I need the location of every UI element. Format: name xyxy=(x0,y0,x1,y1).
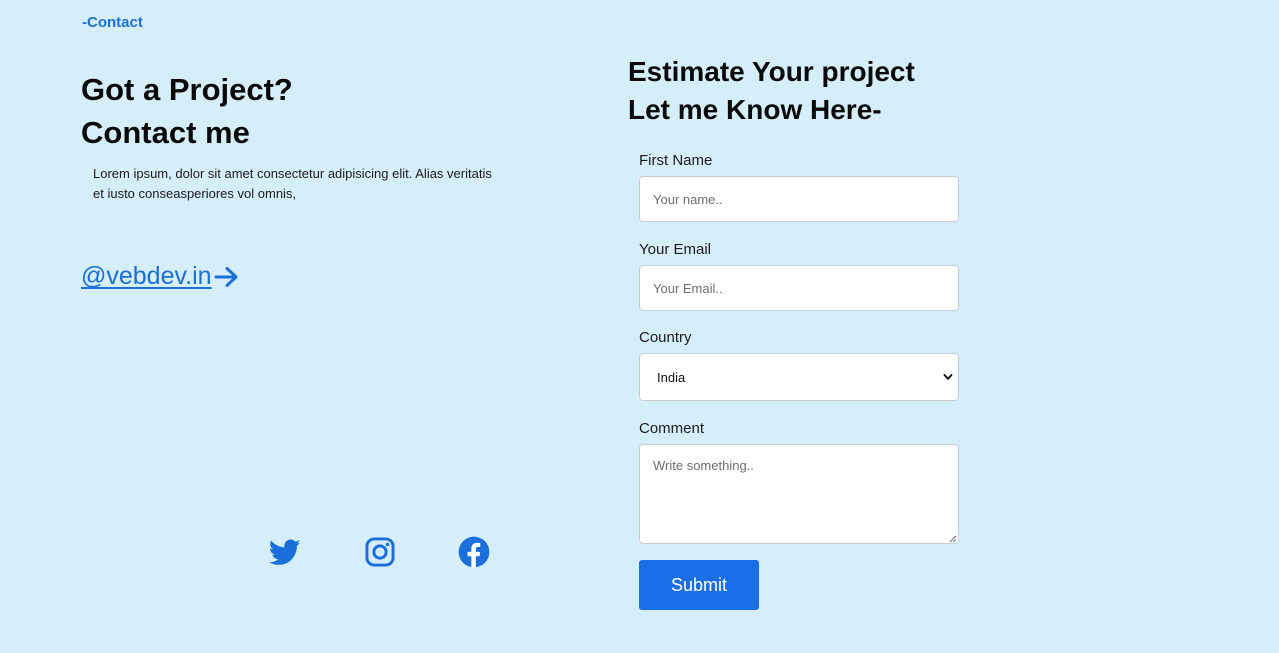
handle-text: @vebdev.in xyxy=(81,262,212,290)
twitter-icon[interactable] xyxy=(269,536,301,568)
social-links xyxy=(0,536,600,568)
estimate-heading-line2: Let me Know Here- xyxy=(628,94,882,125)
first-name-input[interactable] xyxy=(639,176,959,222)
handle-link[interactable]: @vebdev.in xyxy=(81,262,240,291)
contact-description: Lorem ipsum, dolor sit amet consectetur … xyxy=(93,166,492,201)
country-select[interactable]: India xyxy=(639,353,959,401)
estimate-heading: Estimate Your project Let me Know Here- xyxy=(628,53,915,129)
email-input[interactable] xyxy=(639,265,959,311)
contact-heading: Got a Project? Contact me xyxy=(81,68,293,154)
estimate-heading-line1: Estimate Your project xyxy=(628,56,915,87)
country-selected-value: India xyxy=(657,370,686,385)
country-label: Country xyxy=(639,329,692,346)
facebook-icon[interactable] xyxy=(458,536,490,568)
resize-handle-icon[interactable] xyxy=(948,534,957,543)
arrow-right-icon xyxy=(214,266,238,287)
submit-button[interactable]: Submit xyxy=(639,560,759,610)
contact-heading-line1: Got a Project? xyxy=(81,72,293,107)
first-name-label: First Name xyxy=(639,152,713,169)
email-label: Your Email xyxy=(639,241,711,258)
contact-heading-line2: Contact me xyxy=(81,115,250,150)
chevron-down-icon xyxy=(943,374,953,380)
section-tag: -Contact xyxy=(82,14,143,31)
comment-textarea[interactable] xyxy=(639,444,959,544)
instagram-icon[interactable] xyxy=(364,536,396,568)
comment-label: Comment xyxy=(639,420,705,437)
